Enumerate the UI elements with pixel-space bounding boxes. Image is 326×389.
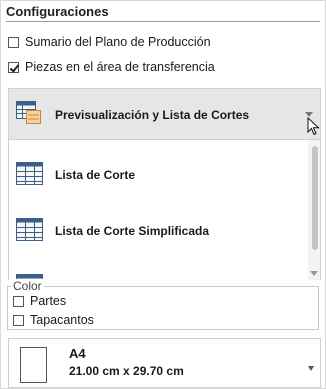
paper-sheet-icon — [20, 347, 47, 383]
table-icon — [16, 218, 43, 241]
title-divider — [6, 21, 320, 22]
report-type-selected-label: Previsualización y Lista de Cortes — [55, 108, 250, 122]
paper-size-dropdown[interactable]: A4 21.00 cm x 29.70 cm — [8, 338, 321, 388]
transfer-pieces-checkbox[interactable] — [8, 61, 19, 73]
list-item-label: Lista de Corte Simplificada — [55, 224, 210, 238]
paper-dimensions: 21.00 cm x 29.70 cm — [69, 364, 184, 378]
edge-banding-label: Tapacantos — [30, 313, 94, 327]
list-item[interactable]: Lista de Corte Simplificada — [9, 200, 309, 256]
list-item-label: Lista de Corte — [55, 168, 136, 182]
section-title: Configuraciones — [6, 4, 109, 19]
parts-label: Partes — [30, 294, 67, 308]
paper-name: A4 — [69, 346, 86, 361]
table-icon — [16, 162, 43, 185]
report-type-list: Lista de Corte Lista de Corte Simplifica… — [8, 140, 321, 280]
option-edge-banding[interactable]: Tapacantos — [13, 312, 94, 328]
list-item[interactable]: Lista de Corte — [9, 144, 309, 200]
color-group-legend: Color — [11, 279, 44, 293]
preview-table-icon — [16, 101, 41, 124]
list-item-partial[interactable] — [9, 256, 309, 280]
option-parts[interactable]: Partes — [13, 293, 66, 309]
paper-dropdown-arrow-icon[interactable] — [308, 366, 314, 371]
scrollbar-thumb[interactable] — [312, 146, 318, 250]
edge-banding-checkbox[interactable] — [13, 314, 24, 326]
option-production-summary[interactable]: Sumario del Plano de Producción — [8, 34, 211, 50]
option-transfer-pieces[interactable]: Piezas en el área de transferencia — [8, 59, 215, 75]
transfer-pieces-label: Piezas en el área de transferencia — [25, 60, 215, 74]
production-summary-label: Sumario del Plano de Producción — [25, 35, 211, 49]
scroll-down-icon[interactable] — [310, 271, 318, 276]
parts-checkbox[interactable] — [13, 295, 24, 307]
report-type-dropdown[interactable]: Previsualización y Lista de Cortes — [8, 88, 321, 140]
mouse-cursor-icon — [307, 117, 320, 136]
list-scrollbar[interactable] — [308, 140, 320, 280]
settings-panel: Configuraciones Sumario del Plano de Pro… — [0, 0, 326, 389]
production-summary-checkbox[interactable] — [8, 36, 19, 48]
